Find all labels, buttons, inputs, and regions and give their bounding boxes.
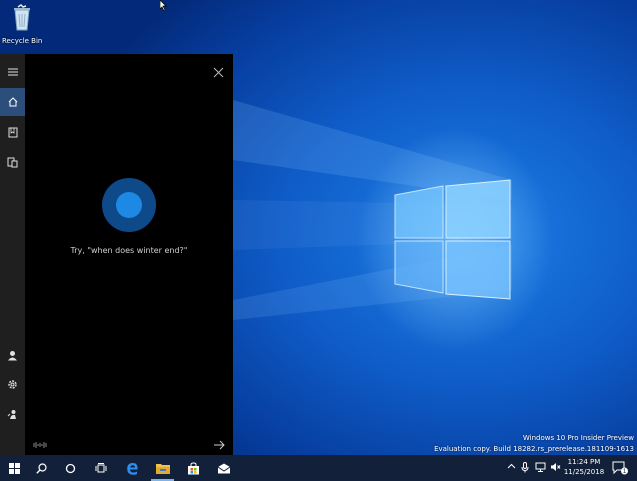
taskbar: 11:24 PM 11/25/2018 1 bbox=[0, 455, 637, 481]
close-button[interactable] bbox=[208, 62, 228, 82]
cortana-orb bbox=[102, 178, 156, 232]
send-button[interactable] bbox=[213, 435, 225, 454]
arrow-right-icon bbox=[214, 440, 225, 450]
clock-date: 11/25/2018 bbox=[563, 468, 605, 476]
watermark-edition: Windows 10 Pro Insider Preview bbox=[522, 434, 634, 442]
notebook-icon bbox=[8, 127, 17, 137]
feedback-button[interactable] bbox=[0, 400, 25, 428]
desktop-icon-label: Recycle Bin bbox=[2, 37, 43, 45]
home-icon bbox=[8, 97, 17, 107]
cortana-suggestion: Try, "when does winter end?" bbox=[70, 246, 188, 255]
clock-time: 11:24 PM bbox=[567, 458, 601, 466]
desktop-icon-recycle-bin[interactable]: Recycle Bin bbox=[2, 4, 42, 45]
settings-icon bbox=[8, 379, 17, 389]
chevron-up-icon[interactable] bbox=[507, 462, 516, 471]
cortana-orb-core bbox=[116, 192, 142, 218]
account-icon bbox=[8, 350, 17, 360]
devices-button[interactable] bbox=[0, 148, 25, 176]
hamburger-menu-icon bbox=[7, 68, 18, 76]
action-center-button[interactable]: 1 bbox=[612, 460, 628, 479]
close-icon bbox=[213, 67, 223, 77]
cortana-panel: Try, "when does winter end?" bbox=[0, 54, 233, 455]
voice-input-button[interactable] bbox=[33, 435, 47, 454]
mouse-cursor-icon bbox=[160, 0, 167, 11]
cortana-nav-rail bbox=[0, 54, 25, 455]
watermark-build: Evaluation copy. Build 18282.rs_prerelea… bbox=[434, 445, 634, 453]
clock[interactable]: 11:24 PM 11/25/2018 bbox=[560, 457, 608, 477]
hamburger-menu-button[interactable] bbox=[0, 58, 25, 86]
voice-waveform-icon bbox=[33, 442, 47, 448]
notebook-button[interactable] bbox=[0, 118, 25, 146]
feedback-icon bbox=[7, 409, 16, 419]
recycle-bin-icon bbox=[14, 4, 30, 31]
settings-button[interactable] bbox=[0, 370, 25, 398]
system-tray: 11:24 PM 11/25/2018 1 bbox=[0, 455, 637, 481]
notification-icon: 1 bbox=[612, 461, 628, 475]
windows-watermark: Windows 10 Pro Insider Preview Evaluatio… bbox=[434, 433, 634, 455]
network-icon[interactable] bbox=[535, 462, 546, 472]
account-button[interactable] bbox=[0, 341, 25, 369]
microphone-icon[interactable] bbox=[521, 462, 529, 473]
home-button[interactable] bbox=[0, 88, 25, 116]
devices-icon bbox=[7, 157, 18, 167]
